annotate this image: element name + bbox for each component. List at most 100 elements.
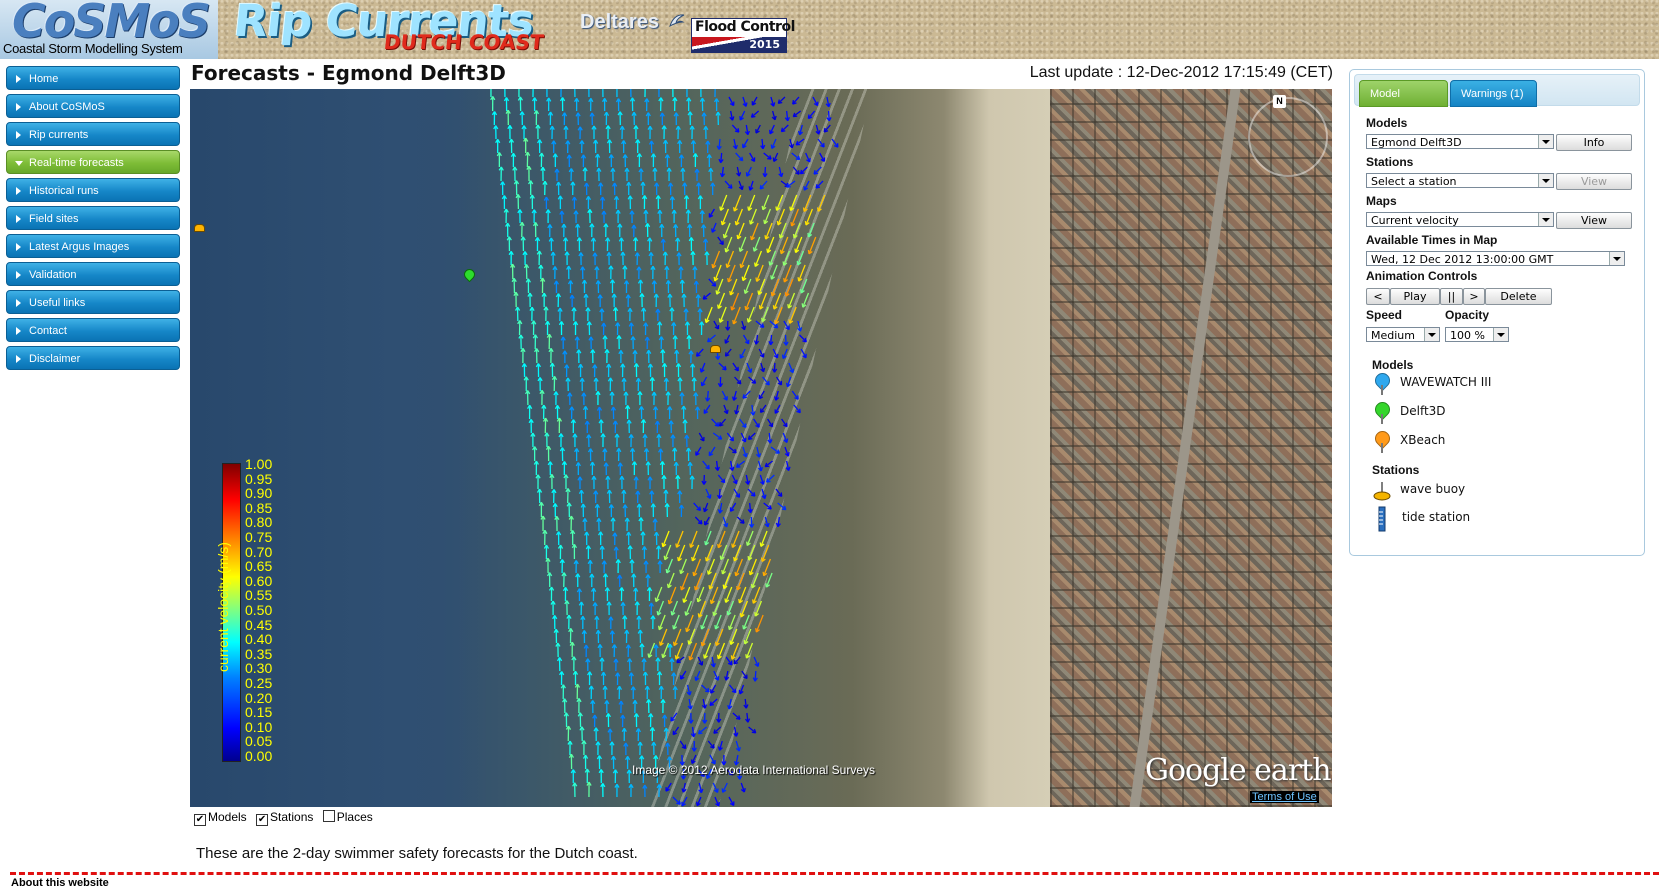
velocity-vector: [797, 264, 806, 282]
nav-item-disclaimer[interactable]: Disclaimer: [6, 346, 180, 370]
nav-item-about-cosmos[interactable]: About CoSMoS: [6, 94, 180, 118]
velocity-vector: [669, 196, 675, 210]
velocity-vector: [704, 530, 712, 546]
velocity-vector: [609, 391, 615, 406]
nav-item-contact[interactable]: Contact: [6, 318, 180, 342]
velocity-vector: [575, 462, 581, 476]
available-times-value: Wed, 12 Dec 2012 13:00:00 GMT: [1371, 253, 1554, 266]
velocity-vector: [576, 698, 582, 714]
nav-item-historical-runs[interactable]: Historical runs: [6, 178, 180, 202]
nav-item-latest-argus-images[interactable]: Latest Argus Images: [6, 234, 180, 258]
wave-buoy-marker[interactable]: [710, 345, 721, 353]
velocity-vector: [637, 391, 643, 406]
velocity-vector: [754, 250, 763, 267]
velocity-vector: [717, 376, 724, 388]
legend-models-title: Models: [1372, 358, 1414, 372]
velocity-vector: [576, 237, 582, 252]
velocity-vector: [813, 166, 822, 175]
velocity-vector: [622, 265, 628, 280]
models-layer-toggle[interactable]: ✔ Models: [194, 810, 250, 826]
velocity-vector: [741, 264, 750, 282]
velocity-vector: [731, 124, 740, 133]
velocity-vector: [613, 546, 619, 560]
anim-delete-button[interactable]: Delete: [1485, 288, 1552, 305]
nav-item-label: Disclaimer: [29, 353, 81, 365]
velocity-vector: [535, 363, 542, 378]
map-view-button[interactable]: View: [1556, 212, 1632, 229]
velocity-vector: [559, 447, 566, 462]
velocity-vector: [702, 292, 711, 300]
velocity-vector: [609, 279, 616, 294]
velocity-vector: [714, 89, 716, 98]
velocity-vector: [680, 572, 689, 591]
velocity-vector: [748, 180, 754, 191]
velocity-vector: [710, 182, 716, 196]
velocity-vector: [792, 110, 802, 118]
velocity-vector: [738, 236, 747, 253]
anim-pause-button[interactable]: ||: [1440, 288, 1463, 305]
places-layer-toggle[interactable]: Places: [322, 810, 373, 824]
info-button[interactable]: Info: [1556, 134, 1632, 151]
opacity-select[interactable]: 100 %: [1445, 327, 1509, 342]
velocity-vector: [749, 152, 756, 162]
velocity-vector: [610, 517, 616, 532]
stations-checkbox[interactable]: ✔: [256, 814, 269, 826]
velocity-vector: [590, 587, 597, 602]
available-times-select[interactable]: Wed, 12 Dec 2012 13:00:00 GMT: [1366, 251, 1625, 266]
wave-buoy-marker[interactable]: [194, 224, 205, 232]
velocity-vector: [770, 96, 776, 107]
compass-ring[interactable]: [1248, 97, 1328, 177]
places-checkbox[interactable]: [322, 810, 335, 822]
velocity-vector: [604, 700, 610, 714]
footer-heading: About this website: [11, 877, 109, 889]
nav-item-validation[interactable]: Validation: [6, 262, 180, 286]
velocity-vector: [701, 684, 710, 693]
deltares-logo[interactable]: Deltares: [580, 11, 659, 34]
velocity-vector: [550, 600, 556, 616]
map-view[interactable]: current velocity (m/s) 1.00 0.95 0.90 0.85 0…: [190, 89, 1332, 807]
station-view-button[interactable]: View: [1556, 173, 1632, 190]
velocity-vector: [622, 615, 628, 630]
tab-warnings[interactable]: Warnings (1): [1450, 80, 1537, 107]
velocity-vector: [697, 600, 707, 618]
anim-next-button[interactable]: >: [1463, 288, 1485, 305]
nav-item-rip-currents[interactable]: Rip currents: [6, 122, 180, 146]
models-checkbox[interactable]: ✔: [194, 814, 206, 826]
nav-item-home[interactable]: Home: [6, 66, 180, 90]
floodcontrol-logo[interactable]: Flood Control 2015: [691, 18, 795, 53]
legend-model-label: Delft3D: [1400, 404, 1446, 418]
velocity-vector: [589, 223, 595, 238]
velocity-vector: [722, 572, 731, 590]
models-select[interactable]: Egmond Delft3D: [1366, 134, 1554, 149]
velocity-vector: [677, 377, 683, 392]
terms-of-use-link[interactable]: Terms of Use: [1250, 791, 1319, 803]
velocity-vector: [563, 125, 569, 140]
velocity-vector: [538, 152, 545, 168]
stations-select[interactable]: Select a station: [1366, 173, 1554, 188]
velocity-vector: [696, 796, 702, 807]
velocity-vector: [515, 194, 521, 210]
anim-play-button[interactable]: Play: [1390, 288, 1440, 305]
velocity-vector: [509, 263, 516, 280]
nav-item-field-sites[interactable]: Field sites: [6, 206, 180, 230]
velocity-vector: [577, 712, 583, 728]
anim-prev-button[interactable]: <: [1366, 288, 1390, 305]
velocity-vector: [581, 279, 588, 294]
caret-right-icon: [16, 299, 21, 307]
velocity-vector: [722, 516, 729, 528]
velocity-vector: [658, 336, 664, 350]
nav-item-useful-links[interactable]: Useful links: [6, 290, 180, 314]
tab-model-results[interactable]: Model Results: [1359, 80, 1448, 127]
velocity-vector: [685, 614, 694, 633]
velocity-vector: [680, 167, 686, 182]
maps-select[interactable]: Current velocity: [1366, 212, 1554, 227]
nav-item-real-time-forecasts[interactable]: Real-time forecasts: [6, 150, 180, 174]
cosmos-logo[interactable]: CoSMoS Coastal Storm Modelling System: [0, 0, 218, 59]
speed-select[interactable]: Medium: [1366, 327, 1440, 342]
velocity-vector: [685, 447, 692, 462]
velocity-vector: [565, 725, 572, 742]
stations-layer-toggle[interactable]: ✔ Stations: [256, 810, 317, 826]
velocity-vector: [581, 740, 587, 756]
velocity-vector: [614, 433, 620, 448]
velocity-vector: [543, 544, 550, 560]
